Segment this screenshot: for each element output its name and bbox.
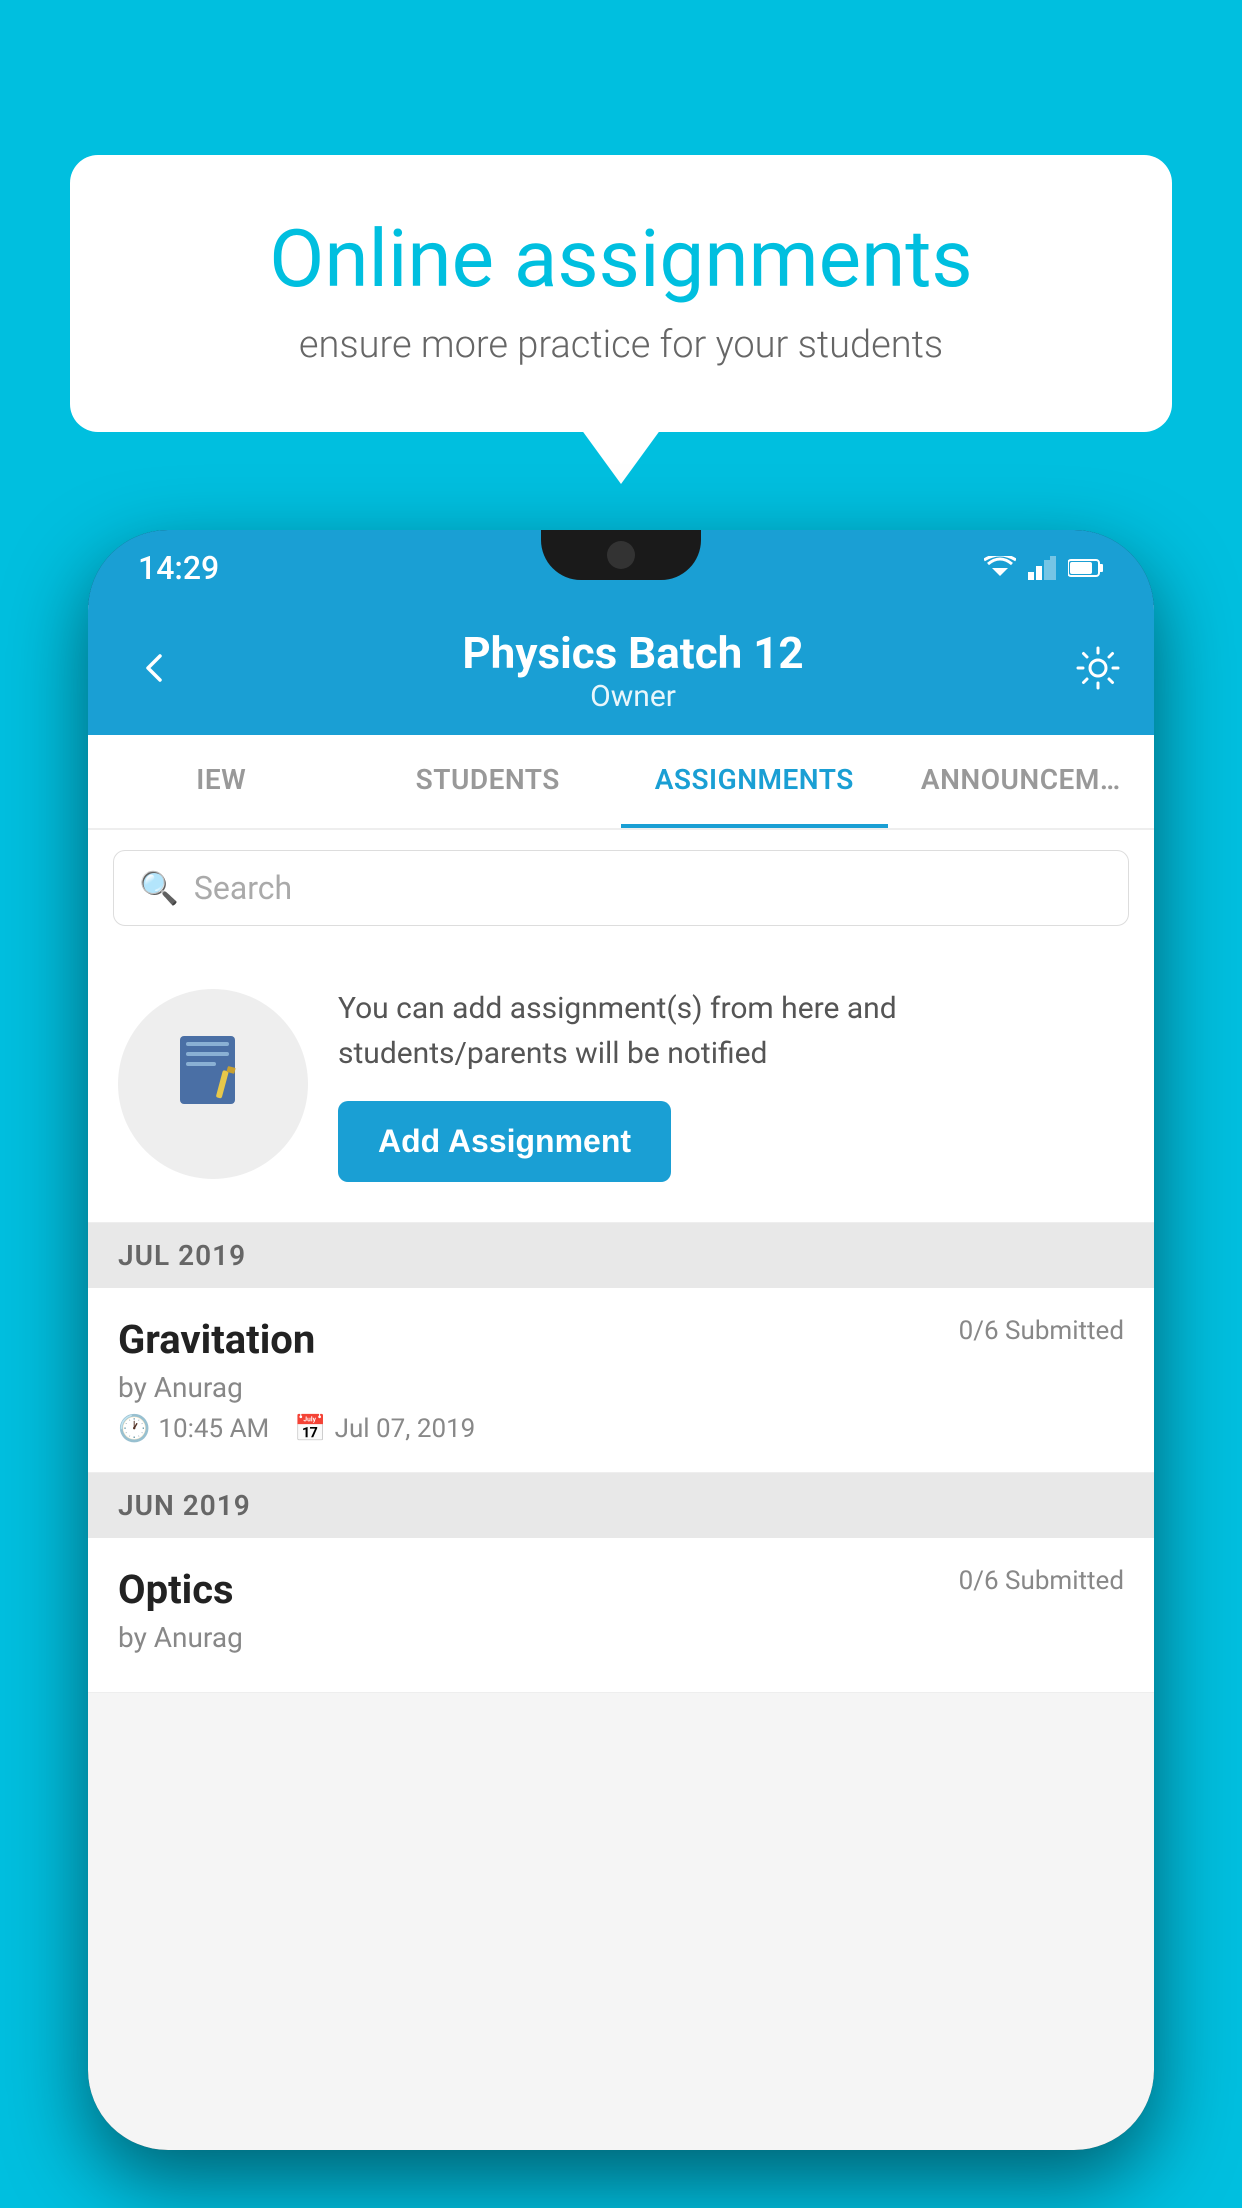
speech-bubble-container: Online assignments ensure more practice …: [70, 155, 1172, 432]
app-bar: Physics Batch 12 Owner: [88, 605, 1154, 735]
tab-assignments[interactable]: ASSIGNMENTS: [621, 735, 888, 828]
assignment-top-row-optics: Optics 0/6 Submitted: [118, 1566, 1124, 1613]
app-bar-center: Physics Batch 12 Owner: [194, 627, 1072, 714]
tab-iew[interactable]: IEW: [88, 735, 355, 828]
calendar-icon: 📅: [294, 1414, 326, 1444]
notch: [541, 530, 701, 580]
camera: [607, 541, 635, 569]
assignment-meta: 🕐 10:45 AM 📅 Jul 07, 2019: [118, 1414, 1124, 1444]
promo-description: You can add assignment(s) from here and …: [338, 986, 1124, 1076]
status-bar: 14:29: [88, 530, 1154, 605]
section-jul-2019: JUL 2019: [88, 1223, 1154, 1288]
app-bar-title: Physics Batch 12: [194, 627, 1072, 679]
section-header-label: JUL 2019: [118, 1239, 246, 1272]
promo-content: You can add assignment(s) from here and …: [338, 986, 1124, 1182]
search-section: 🔍 Search: [88, 830, 1154, 946]
assignment-icon: [168, 1028, 258, 1140]
assignment-author-optics: by Anurag: [118, 1621, 1124, 1654]
assignment-title-optics: Optics: [118, 1566, 234, 1613]
submitted-badge: 0/6 Submitted: [959, 1316, 1124, 1346]
signal-icon: [1028, 556, 1056, 580]
assignment-item-optics[interactable]: Optics 0/6 Submitted by Anurag: [88, 1538, 1154, 1693]
app-bar-subtitle: Owner: [194, 679, 1072, 714]
settings-button[interactable]: [1072, 642, 1124, 698]
back-button[interactable]: [118, 631, 194, 709]
section-jun-2019: JUN 2019: [88, 1473, 1154, 1538]
meta-time-value: 10:45 AM: [158, 1414, 269, 1444]
meta-date-value: Jul 07, 2019: [335, 1414, 476, 1444]
phone-inner: Physics Batch 12 Owner IEW STUDENTS: [88, 605, 1154, 2150]
section-header-label-jun: JUN 2019: [118, 1489, 251, 1522]
speech-bubble: Online assignments ensure more practice …: [70, 155, 1172, 432]
tab-students[interactable]: STUDENTS: [355, 735, 622, 828]
tab-announcements[interactable]: ANNOUNCEM…: [888, 735, 1155, 828]
search-placeholder: Search: [194, 869, 292, 907]
promo-icon-circle: [118, 989, 308, 1179]
bubble-subtitle: ensure more practice for your students: [140, 323, 1102, 367]
bubble-title: Online assignments: [140, 215, 1102, 303]
tabs-container: IEW STUDENTS ASSIGNMENTS ANNOUNCEM…: [88, 735, 1154, 830]
assignment-top-row: Gravitation 0/6 Submitted: [118, 1316, 1124, 1363]
meta-time: 🕐 10:45 AM: [118, 1414, 269, 1444]
assignment-title: Gravitation: [118, 1316, 315, 1363]
submitted-badge-optics: 0/6 Submitted: [959, 1566, 1124, 1596]
battery-icon: [1068, 558, 1104, 578]
phone-frame: 14:29: [88, 530, 1154, 2150]
promo-card: You can add assignment(s) from here and …: [88, 946, 1154, 1223]
meta-date: 📅 Jul 07, 2019: [294, 1414, 475, 1444]
clock-icon: 🕐: [118, 1414, 150, 1444]
phone-container: 14:29: [88, 530, 1154, 2208]
search-bar[interactable]: 🔍 Search: [113, 850, 1129, 926]
add-assignment-button[interactable]: Add Assignment: [338, 1101, 671, 1182]
status-time: 14:29: [138, 549, 219, 587]
wifi-icon: [984, 556, 1016, 580]
search-icon: 🔍: [139, 869, 179, 907]
status-icons: [984, 556, 1104, 580]
assignment-author: by Anurag: [118, 1371, 1124, 1404]
assignment-item-gravitation[interactable]: Gravitation 0/6 Submitted by Anurag 🕐 10…: [88, 1288, 1154, 1473]
